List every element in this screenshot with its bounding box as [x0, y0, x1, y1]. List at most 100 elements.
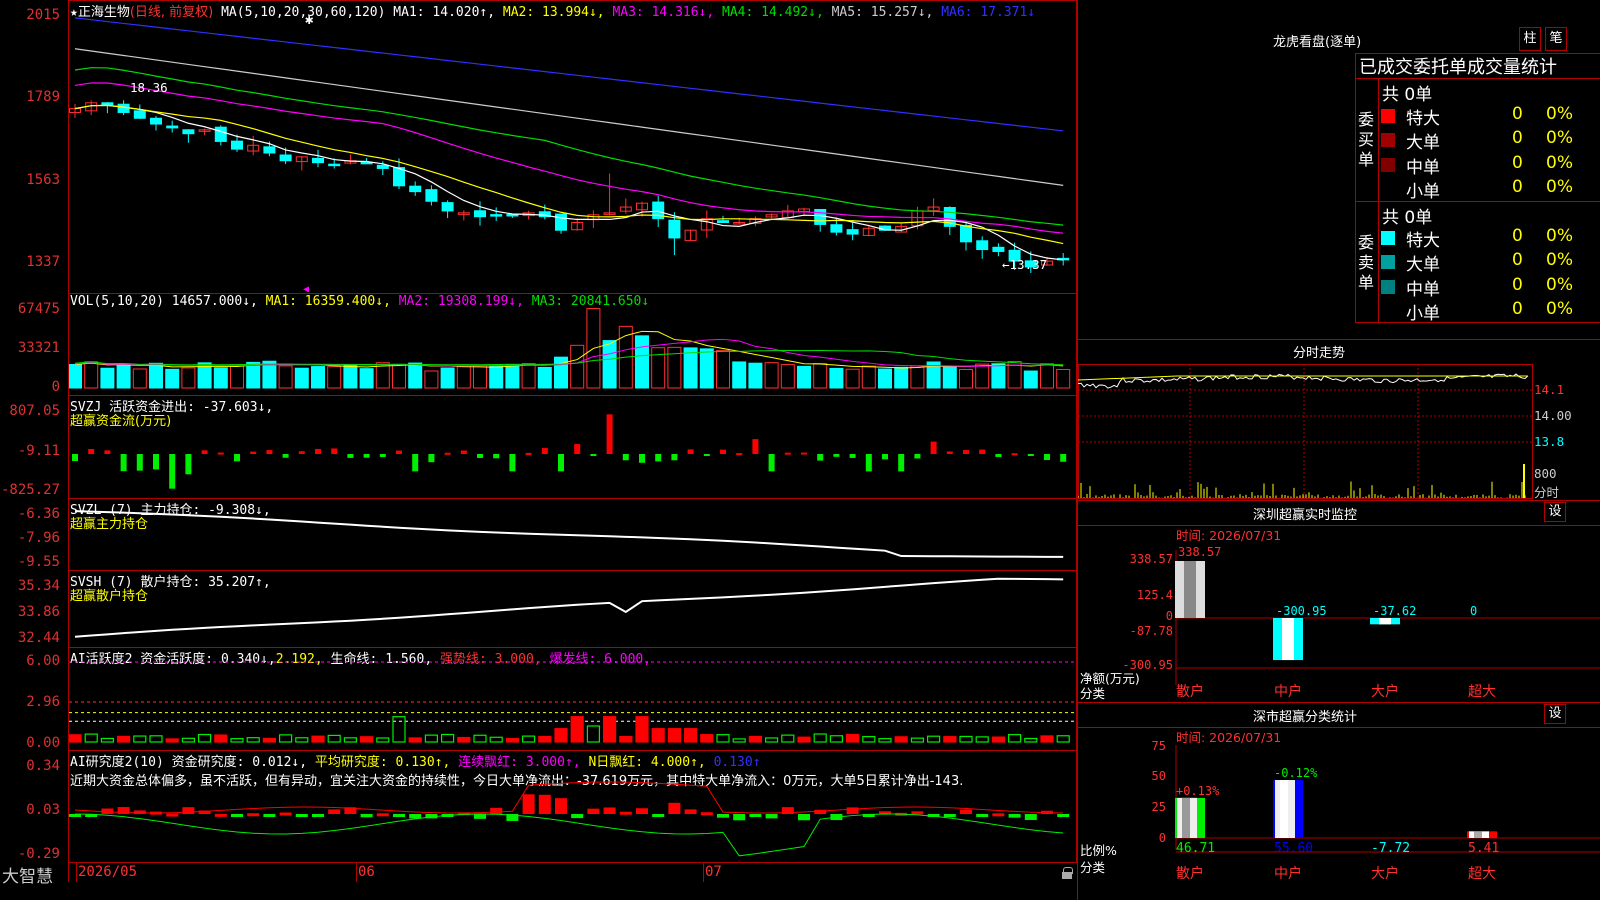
- svzl-y-label: -6.36: [17, 506, 60, 522]
- volume-bar: [69, 363, 82, 389]
- x-axis-label: 2026/05: [78, 864, 138, 880]
- research-bar: [652, 814, 665, 818]
- activity-bar: [473, 734, 487, 743]
- order-color-swatch: [1381, 109, 1395, 123]
- research-bar: [376, 813, 389, 817]
- flow-bar: [703, 454, 710, 456]
- volume-bar: [878, 368, 892, 389]
- high-price-marker: 18.36: [130, 80, 168, 95]
- flow-bar: [347, 454, 354, 458]
- candle-body: [101, 102, 114, 106]
- activity-bar: [149, 735, 163, 743]
- low-price-marker: ←13.37: [1002, 257, 1048, 272]
- research-bar: [538, 794, 551, 814]
- order-row-pct: 0%: [1546, 274, 1573, 295]
- activity-bar: [1024, 737, 1038, 743]
- svzl-chart[interactable]: [69, 499, 1075, 570]
- lock-icon-body: [1062, 872, 1072, 879]
- candle-body: [231, 140, 243, 150]
- research-bar: [911, 811, 924, 815]
- candle-body: [992, 246, 1005, 252]
- sell-total: 共 0单: [1382, 208, 1433, 228]
- kline-chart[interactable]: ✱◀: [69, 14, 1075, 292]
- order-row-pct: 0%: [1546, 152, 1573, 173]
- chart-area[interactable]: ★正海生物(日线, 前复权) MA(5,10,20,30,60,120) MA1…: [0, 0, 1077, 887]
- monitor-chart[interactable]: 338.57125.40-87.78-300.95338.57散户-300.95…: [1078, 540, 1600, 700]
- x-tick: [76, 862, 77, 882]
- candle-body: [474, 210, 486, 218]
- ai1-chart[interactable]: [69, 648, 1075, 750]
- candle-body: [960, 224, 972, 243]
- classify-chart[interactable]: 75 50 25 0 +0.13% 46.71 散户 -0.12% 55.60 中户 -7.72 大户…: [1078, 740, 1600, 900]
- vol-header: VOL(5,10,20) 14657.000↓, MA1: 16359.400↓…: [70, 294, 649, 309]
- vol-ma2: MA2: 19308.199↓,: [398, 294, 524, 309]
- monitor-bar-highlight: [1282, 618, 1294, 661]
- order-row-label: 特大: [1406, 109, 1440, 129]
- flow-bar: [201, 450, 208, 454]
- flow-bar: [169, 454, 176, 489]
- tick-mode-button[interactable]: 笔: [1545, 27, 1567, 51]
- activity-bar: [262, 737, 276, 743]
- monitor-y-label: 338.57: [1130, 552, 1173, 566]
- order-stats-tabs[interactable]: 已成交委托单成交量统计: [1359, 53, 1557, 79]
- flow-bar: [460, 450, 467, 454]
- flow-bar: [768, 454, 775, 472]
- order-row-pct: 0%: [1546, 104, 1573, 124]
- svsh-chart[interactable]: [69, 571, 1075, 647]
- research-bar: [474, 814, 486, 819]
- research-bar: [717, 814, 729, 818]
- research-bar: [360, 814, 373, 818]
- order-row-pct: 0%: [1546, 176, 1573, 197]
- order-row-label: 小单: [1406, 181, 1440, 202]
- vol-chart[interactable]: [69, 308, 1075, 394]
- order-row-count: 0: [1512, 128, 1523, 149]
- activity-bar: [360, 736, 374, 743]
- x-tick: [703, 862, 704, 882]
- order-color-swatch: [1381, 279, 1395, 294]
- candle-body: [133, 110, 146, 119]
- volume-bar: [473, 365, 487, 389]
- classify-settings-button[interactable]: 设: [1544, 704, 1566, 724]
- volume-bar: [343, 364, 358, 389]
- research-bar: [1008, 814, 1021, 818]
- svzj-chart[interactable]: [69, 396, 1075, 498]
- column-mode-button[interactable]: 柱: [1519, 27, 1541, 51]
- volume-bar: [213, 367, 228, 389]
- flow-bar: [88, 449, 95, 454]
- svzj-y-label: -9.11: [17, 443, 60, 459]
- order-row: 特大 0 0%: [1380, 104, 1600, 129]
- research-bar: [976, 814, 989, 818]
- research-bar: [522, 794, 535, 814]
- intraday-chart[interactable]: [1078, 364, 1600, 500]
- ma-line: [74, 67, 1064, 226]
- activity-bar: [813, 733, 827, 743]
- flow-bar: [477, 454, 483, 458]
- activity-bar: [343, 737, 357, 743]
- activity-bar: [441, 733, 455, 743]
- flow-bar: [266, 450, 273, 454]
- research-bar: [684, 809, 697, 814]
- vol-value: 14657.000↓,: [171, 294, 258, 309]
- classify-value-label: 55.60: [1274, 841, 1313, 856]
- ai2-chart[interactable]: [69, 751, 1075, 862]
- flow-bar: [687, 449, 694, 454]
- activity-bar: [181, 737, 196, 743]
- ai2-y-label: 0.34: [26, 758, 60, 774]
- monitor-settings-button[interactable]: 设: [1544, 502, 1566, 522]
- flow-bar: [914, 454, 921, 459]
- classify-bar-highlight: [1182, 797, 1190, 838]
- flow-bar: [1060, 454, 1067, 462]
- research-line-red: [74, 781, 1064, 814]
- activity-bar: [991, 736, 1006, 743]
- activity-bar: [457, 736, 471, 743]
- volume-bar: [748, 362, 763, 389]
- flow-bar: [574, 444, 581, 454]
- divider: [1355, 201, 1600, 202]
- candle-body: [814, 208, 827, 225]
- vol-label: VOL(5,10,20): [70, 294, 164, 309]
- ma-line: [74, 17, 1064, 132]
- activity-bar: [926, 735, 941, 743]
- classify-bar-highlight: [1474, 831, 1482, 838]
- candle-body: [490, 214, 503, 217]
- activity-bar: [975, 736, 989, 743]
